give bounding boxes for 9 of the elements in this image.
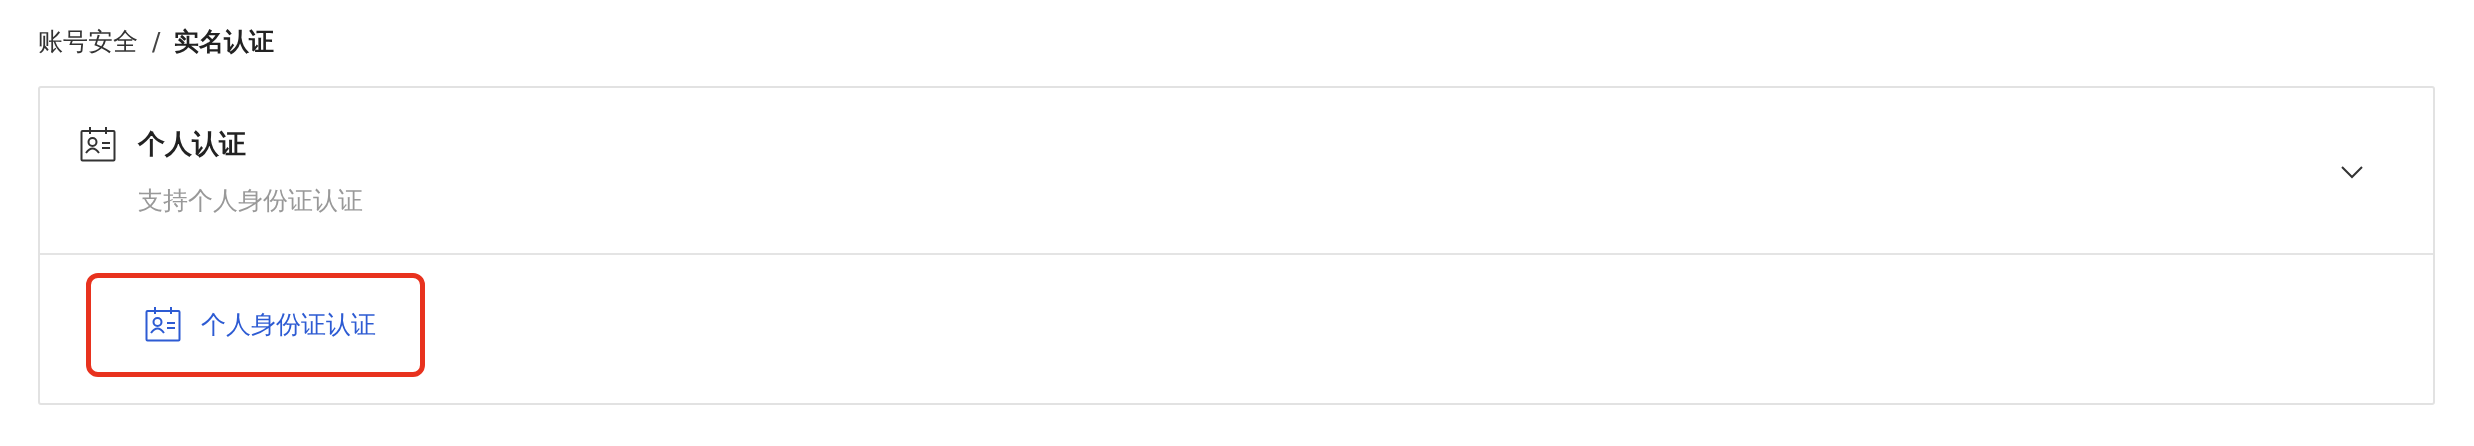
- id-card-option[interactable]: 个人身份证认证: [86, 273, 425, 377]
- breadcrumb-separator: /: [152, 26, 161, 56]
- chevron-icon[interactable]: [2341, 164, 2363, 179]
- section-subtitle: 支持个人身份证认证: [138, 185, 364, 217]
- breadcrumb-item: 实名认证: [174, 25, 275, 58]
- breadcrumb-item[interactable]: 账号安全: [38, 24, 138, 58]
- section-title: 个人认证: [138, 127, 246, 161]
- id-card-icon: [80, 126, 116, 162]
- id-card-icon: [145, 306, 181, 342]
